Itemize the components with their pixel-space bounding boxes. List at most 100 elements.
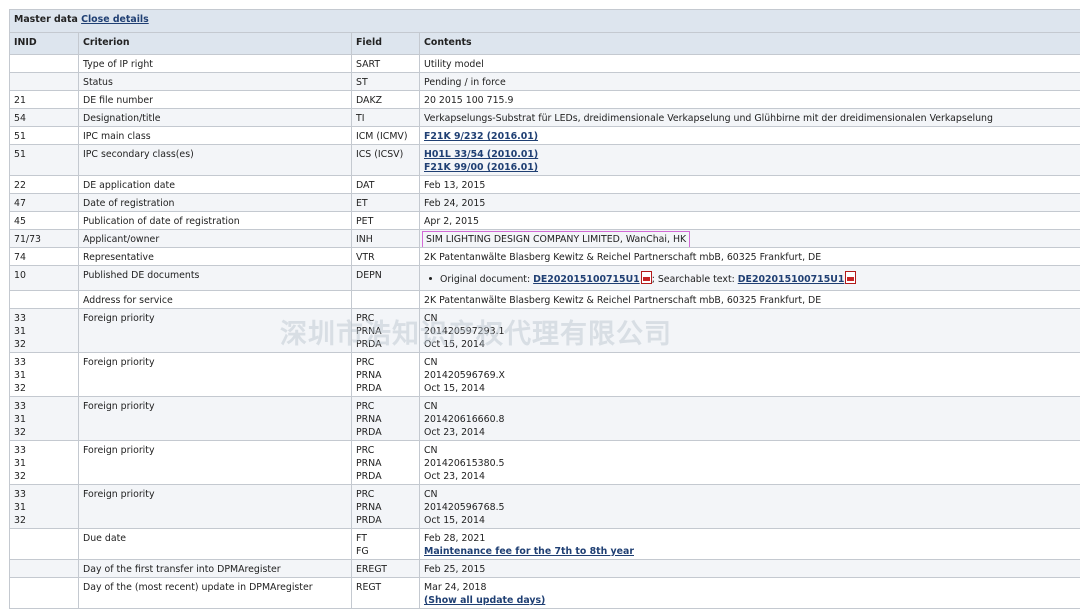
contents-cell: Feb 13, 2015 [418, 175, 1080, 194]
table-row: 51 IPC secondary class(es) ICS (ICSV) H0… [9, 144, 1080, 176]
table-row: Day of the first transfer into DPMAregis… [9, 559, 1080, 578]
criterion-cell: Applicant/owner [78, 229, 352, 248]
criterion-cell: Foreign priority [78, 440, 352, 485]
pdf-icon[interactable] [640, 271, 652, 284]
inid-cell: 54 [9, 108, 79, 127]
table-row: Address for service 2K Patentanwälte Bla… [9, 290, 1080, 309]
table-row: 21 DE file number DAKZ 20 2015 100 715.9 [9, 90, 1080, 109]
contents-cell: Apr 2, 2015 [418, 211, 1080, 230]
field-cell: PRC PRNA PRDA [351, 308, 420, 353]
original-document-link[interactable]: DE202015100715U1 [533, 274, 640, 285]
field-cell: ICM (ICMV) [351, 126, 420, 145]
criterion-cell: Type of IP right [78, 54, 352, 73]
contents-cell: 2K Patentanwälte Blasberg Kewitz & Reich… [418, 247, 1080, 266]
applicant-owner-highlight: SIM LIGHTING DESIGN COMPANY LIMITED, Wan… [421, 231, 691, 247]
field-cell: PRC PRNA PRDA [351, 440, 420, 485]
criterion-cell: Day of the (most recent) update in DPMAr… [78, 577, 352, 609]
table-row: Status ST Pending / in force [9, 72, 1080, 91]
field-cell: PRC PRNA PRDA [351, 352, 420, 397]
criterion-cell: Day of the first transfer into DPMAregis… [78, 559, 352, 578]
contents-cell: CN 201420597293.1 Oct 15, 2014 [418, 308, 1080, 353]
original-document-label: Original document: [440, 274, 531, 285]
foreign-priority-row: 33 31 32 Foreign priority PRC PRNA PRDA CN 20… [9, 308, 1080, 353]
table-row: 74 Representative VTR 2K Patentanwälte B… [9, 247, 1080, 266]
table-row: Due date FT FG Feb 28, 2021 Maintenance f… [9, 528, 1080, 560]
table-row: 54 Designation/title TI Verkapselungs-Su… [9, 108, 1080, 127]
contents-cell: Utility model [418, 54, 1080, 73]
criterion-cell: Foreign priority [78, 352, 352, 397]
table-row: 45 Publication of date of registration P… [9, 211, 1080, 230]
criterion-cell: Designation/title [78, 108, 352, 127]
field-cell: SART [351, 54, 420, 73]
ipc-secondary-class-link[interactable]: F21K 99/00 (2016.01) [424, 162, 538, 173]
field-cell: DAT [351, 175, 420, 194]
inid-cell: 33 31 32 [9, 396, 79, 441]
criterion-cell: Foreign priority [78, 484, 352, 529]
maintenance-fee-link[interactable]: Maintenance fee for the 7th to 8th year [424, 546, 634, 557]
criterion-cell: Date of registration [78, 193, 352, 212]
ipc-main-class-link[interactable]: F21K 9/232 (2016.01) [424, 131, 538, 142]
column-header-row: INID Criterion Field Contents [9, 32, 1080, 55]
field-cell: TI [351, 108, 420, 127]
criterion-cell: DE file number [78, 90, 352, 109]
inid-cell: 47 [9, 193, 79, 212]
criterion-cell: Published DE documents [78, 265, 352, 291]
inid-cell: 33 31 32 [9, 484, 79, 529]
field-cell: EREGT [351, 559, 420, 578]
inid-cell: 33 31 32 [9, 352, 79, 397]
inid-cell: 22 [9, 175, 79, 194]
searchable-text-link[interactable]: DE202015100715U1 [738, 274, 845, 285]
ipc-secondary-class-link[interactable]: H01L 33/54 (2010.01) [424, 149, 538, 160]
inid-cell [9, 528, 79, 560]
inid-cell: 33 31 32 [9, 440, 79, 485]
field-cell: ET [351, 193, 420, 212]
contents-cell: 20 2015 100 715.9 [418, 90, 1080, 109]
close-details-link[interactable]: Close details [81, 14, 149, 25]
table-row: Type of IP right SART Utility model [9, 54, 1080, 73]
contents-cell: Mar 24, 2018 (Show all update days) [418, 577, 1080, 609]
pdf-icon[interactable] [845, 271, 857, 284]
inid-cell: 74 [9, 247, 79, 266]
criterion-cell: Foreign priority [78, 396, 352, 441]
field-cell: REGT [351, 577, 420, 609]
inid-cell [9, 559, 79, 578]
contents-cell: F21K 9/232 (2016.01) [418, 126, 1080, 145]
criterion-cell: Representative [78, 247, 352, 266]
field-cell: PRC PRNA PRDA [351, 484, 420, 529]
contents-cell: CN 201420596768.5 Oct 15, 2014 [418, 484, 1080, 529]
inid-cell: 21 [9, 90, 79, 109]
column-header-field: Field [351, 32, 420, 55]
due-date-value: Feb 28, 2021 [424, 533, 486, 544]
criterion-cell: Address for service [78, 290, 352, 309]
inid-cell: 45 [9, 211, 79, 230]
table-row: 22 DE application date DAT Feb 13, 2015 [9, 175, 1080, 194]
foreign-priority-row: 33 31 32 Foreign priority PRC PRNA PRDA CN 20… [9, 440, 1080, 485]
table-row: 71/73 Applicant/owner INH SIM LIGHTING D… [9, 229, 1080, 248]
contents-cell: 2K Patentanwälte Blasberg Kewitz & Reich… [418, 290, 1080, 309]
field-cell: FT FG [351, 528, 420, 560]
criterion-cell: Foreign priority [78, 308, 352, 353]
field-cell: PET [351, 211, 420, 230]
show-all-update-days-link[interactable]: (Show all update days) [424, 595, 545, 606]
inid-cell [9, 577, 79, 609]
inid-cell: 51 [9, 144, 79, 176]
inid-cell: 51 [9, 126, 79, 145]
field-cell: DAKZ [351, 90, 420, 109]
inid-cell [9, 54, 79, 73]
inid-cell: 33 31 32 [9, 308, 79, 353]
master-data-title: Master data [14, 14, 78, 25]
master-data-table: Master data Close details INID Criterion… [8, 9, 1080, 609]
searchable-text-label: ; Searchable text: [651, 274, 735, 285]
contents-cell: Feb 28, 2021 Maintenance fee for the 7th… [418, 528, 1080, 560]
field-cell [351, 290, 420, 309]
inid-cell [9, 290, 79, 309]
criterion-cell: IPC main class [78, 126, 352, 145]
field-cell: VTR [351, 247, 420, 266]
inid-cell: 10 [9, 265, 79, 291]
contents-cell: Original document: DE202015100715U1; Sea… [418, 265, 1080, 291]
contents-cell: Verkapselungs-Substrat für LEDs, dreidim… [418, 108, 1080, 127]
column-header-criterion: Criterion [78, 32, 352, 55]
table-row: Day of the (most recent) update in DPMAr… [9, 577, 1080, 609]
field-cell: DEPN [351, 265, 420, 291]
update-date-value: Mar 24, 2018 [424, 582, 487, 593]
